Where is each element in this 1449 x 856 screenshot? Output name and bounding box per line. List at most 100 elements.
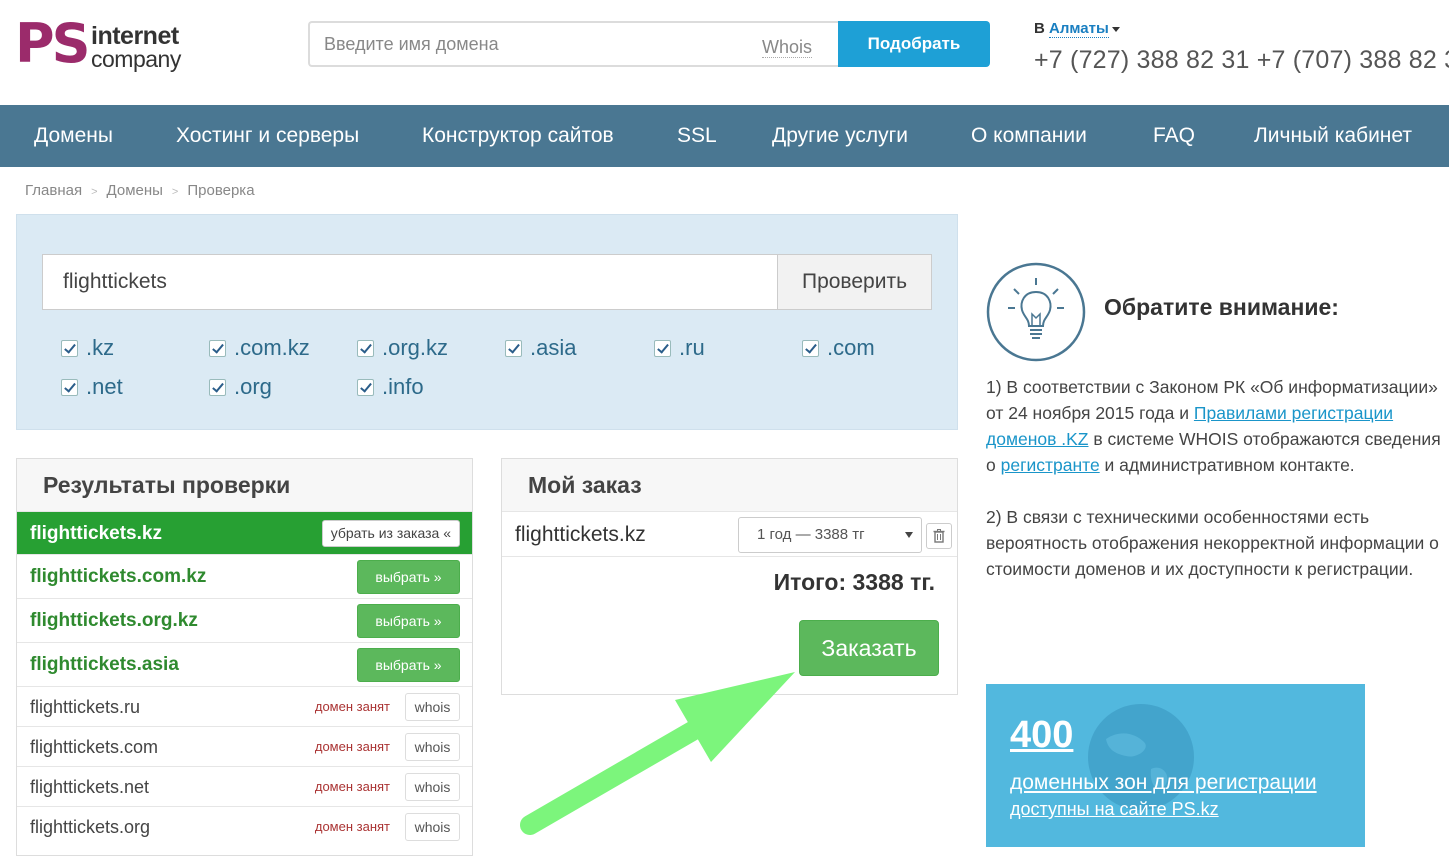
zone-checkbox-kz[interactable]: .kz: [61, 335, 114, 361]
order-button[interactable]: Заказать: [799, 620, 939, 676]
zone-label: .kz: [86, 335, 115, 360]
period-select[interactable]: 1 год — 3388 тг: [738, 517, 922, 553]
chevron-down-icon[interactable]: [1111, 26, 1120, 32]
pick-domain-button[interactable]: Подобрать: [838, 21, 990, 67]
promo-banner[interactable]: 400 доменных зон для регистрации доступн…: [986, 684, 1365, 847]
checkbox-checked-icon[interactable]: [802, 339, 819, 357]
table-row: flighttickets.kz убрать из заказа «: [17, 511, 472, 554]
whois-button[interactable]: whois: [405, 773, 460, 801]
annotation-arrow-icon: [520, 672, 795, 835]
order-domain-name: flighttickets.kz: [515, 523, 646, 546]
zone-label: .asia: [530, 335, 577, 360]
city-link[interactable]: Алматы: [1049, 20, 1109, 38]
breadcrumb-home[interactable]: Главная: [25, 182, 82, 199]
domain-search-box: Whois: [308, 21, 838, 67]
domain-search-input[interactable]: [324, 23, 744, 65]
domain-name: flighttickets.org.kz: [30, 610, 198, 631]
zone-checkbox-ru[interactable]: .ru: [654, 335, 705, 361]
zone-label: .org.kz: [382, 335, 449, 360]
zone-label: .com: [827, 335, 875, 360]
registrant-link[interactable]: регистранте: [1001, 455, 1100, 475]
notice-paragraph-1: 1) В соответствии с Законом РК «Об инфор…: [986, 374, 1446, 478]
zone-checkbox-org[interactable]: .org: [209, 374, 272, 400]
breadcrumb-domains[interactable]: Домены: [107, 182, 163, 199]
promo-number: 400: [1010, 714, 1074, 756]
order-item: flighttickets.kz 1 год — 3388 тг: [502, 511, 957, 557]
whois-button[interactable]: whois: [405, 693, 460, 721]
checkbox-checked-icon[interactable]: [61, 339, 78, 357]
domain-name: flighttickets.ru: [30, 697, 141, 717]
table-row: flighttickets.com.kz выбрать »: [17, 554, 472, 598]
table-row: flighttickets.org.kz выбрать »: [17, 598, 472, 642]
status-badge: домен занят: [314, 819, 390, 834]
results-title: Результаты проверки: [17, 459, 472, 511]
zone-checkbox-asia[interactable]: .asia: [505, 335, 576, 361]
checkbox-checked-icon[interactable]: [61, 378, 78, 396]
choose-button[interactable]: выбрать »: [357, 648, 460, 682]
check-button[interactable]: Проверить: [777, 254, 932, 310]
whois-button[interactable]: whois: [405, 813, 460, 841]
chevron-down-icon: [905, 532, 913, 538]
table-row: flighttickets.ru домен занят whois: [17, 686, 472, 726]
nav-item-account[interactable]: Личный кабинет: [1254, 105, 1412, 167]
nav-item-domains[interactable]: Домены: [34, 105, 113, 167]
trash-icon[interactable]: [926, 523, 952, 549]
zone-checkbox-com[interactable]: .com: [802, 335, 875, 361]
nav-item-hosting[interactable]: Хостинг и серверы: [176, 105, 359, 167]
domain-check-panel: Проверить .kz .com.kz .org.kz .asia .ru …: [16, 214, 958, 430]
checkbox-checked-icon[interactable]: [209, 378, 226, 396]
table-row: flighttickets.net домен занят whois: [17, 766, 472, 806]
zone-label: .ru: [679, 335, 705, 360]
table-row: flighttickets.asia выбрать »: [17, 642, 472, 686]
checkbox-checked-icon[interactable]: [654, 339, 671, 357]
breadcrumb-separator: >: [171, 186, 179, 198]
zone-checkbox-info[interactable]: .info: [357, 374, 424, 400]
nav-item-about[interactable]: О компании: [971, 105, 1087, 167]
header: PS internet company Whois Подобрать В Ал…: [0, 0, 1449, 105]
checkbox-checked-icon[interactable]: [357, 339, 374, 357]
city-selector: В Алматы: [1034, 20, 1120, 38]
main-nav: Домены Хостинг и серверы Конструктор сай…: [0, 105, 1449, 167]
checkbox-checked-icon[interactable]: [357, 378, 374, 396]
table-row: flighttickets.com домен занят whois: [17, 726, 472, 766]
order-total: Итого: 3388 тг.: [773, 569, 935, 595]
domain-name: flighttickets.com: [30, 737, 159, 757]
whois-button[interactable]: whois: [405, 733, 460, 761]
nav-item-ssl[interactable]: SSL: [677, 105, 717, 167]
notice-title: Обратите внимание:: [1104, 294, 1339, 320]
zone-label: .org: [234, 374, 272, 399]
status-badge: домен занят: [314, 699, 390, 714]
results-panel: Результаты проверки flighttickets.kz убр…: [16, 458, 473, 856]
phone-numbers: +7 (727) 388 82 31 +7 (707) 388 82 31: [1034, 46, 1449, 74]
domain-name: flighttickets.asia: [30, 654, 179, 675]
remove-from-order-button[interactable]: убрать из заказа «: [321, 520, 460, 547]
status-badge: домен занят: [314, 779, 390, 794]
zone-checkbox-net[interactable]: .net: [61, 374, 123, 400]
promo-headline: доменных зон для регистрации: [1010, 771, 1317, 794]
nav-item-site-builder[interactable]: Конструктор сайтов: [422, 105, 614, 167]
checkbox-checked-icon[interactable]: [209, 339, 226, 357]
logo[interactable]: PS internet company: [15, 12, 185, 78]
choose-button[interactable]: выбрать »: [357, 604, 460, 638]
zone-checkbox-org-kz[interactable]: .org.kz: [357, 335, 448, 361]
checkbox-checked-icon[interactable]: [505, 339, 522, 357]
whois-link[interactable]: Whois: [762, 37, 813, 58]
globe-icon: [1088, 704, 1194, 810]
logo-mark: PS: [15, 12, 90, 75]
nav-item-faq[interactable]: FAQ: [1153, 105, 1195, 167]
period-value: 1 год — 3388 тг: [757, 526, 865, 543]
order-title: Мой заказ: [502, 459, 957, 511]
nav-item-other-services[interactable]: Другие услуги: [772, 105, 908, 167]
lightbulb-icon: [986, 262, 1086, 362]
notice-text-part: и административном контакте.: [1099, 455, 1355, 475]
breadcrumb-separator: >: [91, 186, 98, 198]
choose-button[interactable]: выбрать »: [357, 560, 460, 594]
breadcrumb: Главная > Домены > Проверка: [25, 182, 255, 199]
domain-name: flighttickets.kz: [30, 523, 162, 544]
zone-checkbox-com-kz[interactable]: .com.kz: [209, 335, 310, 361]
domain-name: flighttickets.org: [30, 817, 151, 837]
domain-check-input[interactable]: [42, 254, 778, 310]
status-badge: домен занят: [314, 739, 390, 754]
zone-label: .net: [86, 374, 123, 399]
domain-name: flighttickets.net: [30, 777, 150, 797]
